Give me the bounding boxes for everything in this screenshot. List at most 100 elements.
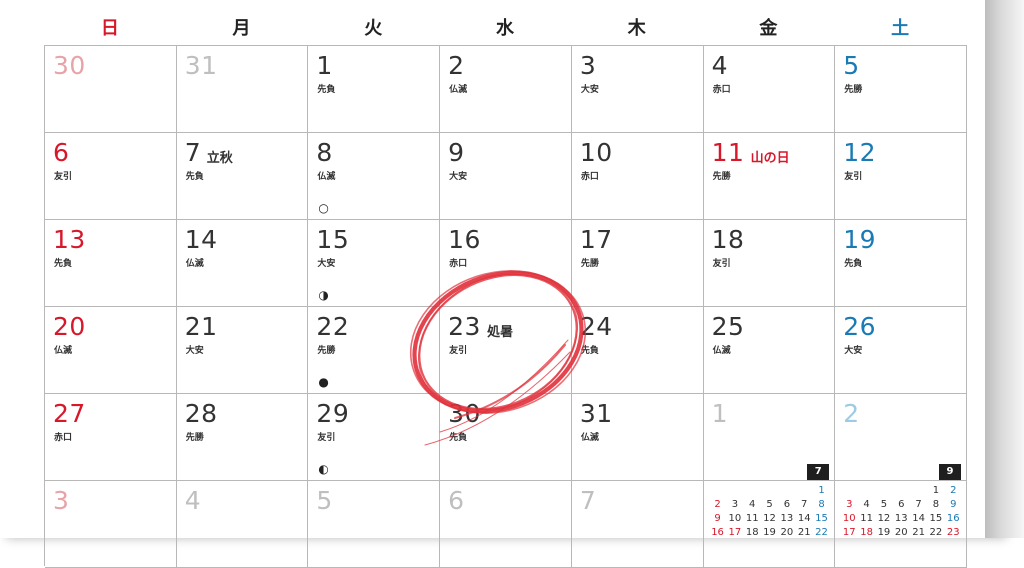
- rokuyo-label: 仏滅: [712, 346, 731, 356]
- day-cell[interactable]: 15 大安 ◑: [308, 220, 441, 307]
- day-number: 20: [53, 312, 86, 341]
- day-cell[interactable]: 5: [308, 481, 441, 568]
- day-cell[interactable]: 27 赤口: [45, 394, 177, 481]
- day-number: 30: [53, 51, 86, 80]
- day-cell[interactable]: 3: [45, 481, 177, 568]
- day-number: 4: [184, 486, 202, 515]
- day-cell[interactable]: 10 赤口: [571, 133, 704, 220]
- rokuyo-label: 仏滅: [185, 259, 204, 269]
- mini-calendar-day: 7: [801, 499, 808, 510]
- day-number: 31: [579, 399, 613, 428]
- mini-calendar-day: 3: [731, 499, 739, 510]
- weekday-header: 日月火水木金土: [44, 12, 966, 45]
- mini-calendar-day: 10: [728, 513, 742, 524]
- day-cell[interactable]: 4 赤口: [703, 46, 836, 133]
- weekday-label: 月: [232, 18, 251, 39]
- mini-calendar: 9 1 2 3 4 5 6 7 8 9 10 11 12 13 14 15 16 17 18 19 20 21 22 23: [835, 394, 967, 554]
- day-number: 4: [711, 51, 728, 80]
- rokuyo-label: 大安: [317, 259, 336, 269]
- mini-calendar-day: [762, 484, 778, 498]
- day-number: 17: [579, 225, 613, 254]
- weekday-label: 水: [495, 18, 514, 39]
- day-number: 6: [448, 486, 465, 515]
- mini-calendar-day: 10: [842, 513, 856, 524]
- day-cell[interactable]: 7: [571, 481, 704, 568]
- calendar-grid: 30 31 1 先負 2 仏滅 3 大安 4 赤口 5 先勝 6 友引 7 立秋 先負 8 仏滅 ○ 9 大安 10 赤口 11…: [44, 45, 967, 568]
- day-number: 1: [316, 51, 333, 80]
- mini-calendar-day: [841, 484, 857, 498]
- day-cell[interactable]: 4: [176, 481, 309, 568]
- mini-calendar-day: 15: [929, 513, 943, 524]
- day-cell[interactable]: 31: [176, 46, 309, 133]
- day-number: 30: [448, 399, 481, 428]
- day-cell[interactable]: 9 大安: [440, 133, 572, 220]
- day-number: 12: [843, 138, 877, 167]
- day-cell[interactable]: 16 赤口: [440, 220, 572, 307]
- day-cell[interactable]: 30 先負: [440, 394, 572, 481]
- day-number: 31: [184, 51, 218, 80]
- mini-calendar-day: 12: [763, 513, 776, 524]
- day-cell[interactable]: 5 先勝: [835, 46, 967, 133]
- day-number: 3: [579, 51, 597, 80]
- rokuyo-label: 赤口: [580, 172, 599, 182]
- day-cell[interactable]: 24 先負: [571, 307, 704, 394]
- day-cell[interactable]: 29 友引 ◐: [308, 394, 441, 481]
- holiday-label: 処暑: [487, 325, 514, 340]
- rokuyo-label: 先負: [185, 172, 204, 182]
- mini-calendar-day: 9: [950, 499, 957, 510]
- mini-calendar-day: 5: [880, 499, 888, 510]
- day-number: 23: [448, 312, 481, 341]
- day-cell[interactable]: 12 友引: [835, 133, 967, 220]
- day-cell[interactable]: 22 先勝 ●: [308, 307, 441, 394]
- rokuyo-label: 友引: [54, 172, 73, 182]
- mini-calendar-day: 5: [766, 499, 773, 510]
- mini-calendar-day: 6: [898, 499, 905, 510]
- day-number: 7: [579, 486, 597, 515]
- day-cell[interactable]: 21 大安: [176, 307, 309, 394]
- mini-calendar-day: [876, 484, 892, 498]
- day-cell[interactable]: 8 仏滅 ○: [308, 133, 441, 220]
- rokuyo-label: 大安: [844, 346, 863, 356]
- day-cell[interactable]: 14 仏滅: [176, 220, 309, 307]
- mini-calendar-day: 3: [846, 499, 853, 510]
- day-cell[interactable]: 30: [45, 46, 177, 133]
- day-number: 10: [579, 138, 613, 167]
- mini-calendar-day: [859, 484, 875, 498]
- day-cell[interactable]: 17 先勝: [571, 220, 704, 307]
- day-cell[interactable]: 26 大安: [835, 307, 967, 394]
- day-cell[interactable]: 13 先負: [45, 220, 177, 307]
- rokuyo-label: 先負: [54, 259, 73, 269]
- day-cell[interactable]: 18 友引: [703, 220, 836, 307]
- mini-calendar-day: 7: [915, 499, 922, 510]
- rokuyo-label: 友引: [317, 433, 336, 443]
- weekday-label: 火: [364, 18, 383, 39]
- day-cell[interactable]: 23 処暑 友引: [440, 307, 572, 394]
- day-number: 16: [448, 225, 481, 254]
- day-number: 5: [843, 51, 860, 80]
- day-cell[interactable]: 25 仏滅: [703, 307, 836, 394]
- mini-calendar-day: 2: [714, 499, 721, 510]
- day-number: 8: [316, 138, 333, 167]
- day-cell[interactable]: 7 立秋 先負: [176, 133, 309, 220]
- weekday-label: 土: [891, 18, 910, 39]
- day-number: 22: [316, 312, 350, 341]
- day-cell[interactable]: 6: [440, 481, 572, 568]
- mini-calendar-day: 11: [745, 513, 759, 524]
- day-cell[interactable]: 1 先負: [308, 46, 441, 133]
- day-cell[interactable]: 6 友引: [45, 133, 177, 220]
- day-cell[interactable]: 28 先勝: [176, 394, 309, 481]
- day-number: 6: [53, 138, 70, 167]
- day-cell[interactable]: 20 仏滅: [45, 307, 177, 394]
- day-cell[interactable]: 2 仏滅: [440, 46, 572, 133]
- weekday-label: 日: [100, 18, 119, 39]
- rokuyo-label: 赤口: [449, 259, 468, 269]
- day-cell[interactable]: 3 大安: [571, 46, 704, 133]
- mini-calendar-day: 13: [780, 513, 794, 524]
- rokuyo-label: 大安: [449, 172, 468, 182]
- day-cell[interactable]: 11 山の日 先勝: [703, 133, 836, 220]
- day-cell[interactable]: 31 仏滅: [571, 394, 704, 481]
- day-cell[interactable]: 19 先負: [835, 220, 967, 307]
- mini-calendar-day: [911, 484, 927, 498]
- rokuyo-label: 先勝: [844, 85, 863, 95]
- day-number: 13: [53, 225, 86, 254]
